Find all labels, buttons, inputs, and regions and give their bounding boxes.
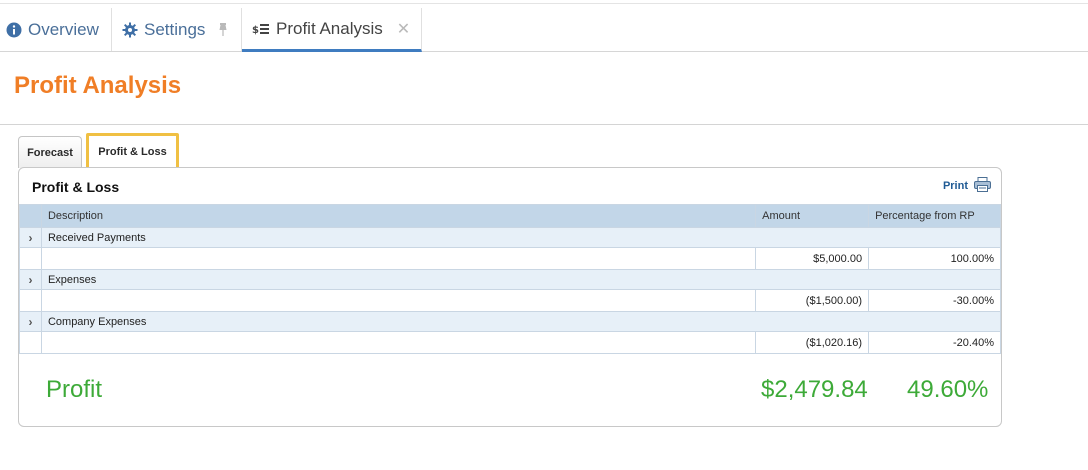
title-divider <box>0 124 1088 125</box>
blank-cell <box>40 247 757 270</box>
group-row-company-expenses[interactable]: › Company Expenses <box>19 311 1002 332</box>
expand-chevron-icon[interactable]: › <box>19 269 42 290</box>
subtab-forecast-label: Forecast <box>27 146 73 159</box>
tab-settings[interactable]: Settings <box>116 8 242 51</box>
group-row-received-payments[interactable]: › Received Payments <box>19 227 1002 248</box>
table-header-row: Description Amount Percentage from RP <box>19 204 1001 228</box>
spacer-cell <box>19 331 42 354</box>
page-title: Profit Analysis <box>14 72 182 99</box>
amount-cell: ($1,500.00) <box>755 289 870 312</box>
tab-settings-label: Settings <box>144 19 206 39</box>
profit-label: Profit <box>46 376 103 403</box>
top-border <box>0 3 1088 4</box>
profit-loss-table: Description Amount Percentage from RP › … <box>19 204 1002 354</box>
svg-text:$: $ <box>252 25 259 36</box>
profit-loss-panel: Profit & Loss Print Description Amount P… <box>18 167 1002 427</box>
tab-profit-analysis[interactable]: $ Profit Analysis ✕ <box>242 8 422 52</box>
print-label: Print <box>942 180 968 192</box>
subtab-forecast[interactable]: Forecast <box>18 136 82 168</box>
group-label: Expenses <box>40 269 1002 290</box>
amount-cell: $5,000.00 <box>755 247 870 270</box>
blank-cell <box>40 331 757 354</box>
column-header-amount[interactable]: Amount <box>755 204 870 228</box>
gear-icon <box>122 22 138 38</box>
amount-cell: ($1,020.16) <box>755 331 870 354</box>
percentage-cell: 100.00% <box>868 247 1001 270</box>
table-row: $5,000.00 100.00% <box>19 247 1001 270</box>
column-header-description[interactable]: Description <box>40 204 757 228</box>
expand-chevron-icon[interactable]: › <box>19 311 42 332</box>
tab-profit-analysis-label: Profit Analysis <box>276 18 383 38</box>
print-button[interactable]: Print <box>943 177 991 195</box>
profit-summary: Profit $2,479.84 49.60% <box>19 376 1001 416</box>
subtab-profit-loss-label: Profit & Loss <box>98 145 167 158</box>
group-label: Received Payments <box>40 227 1002 248</box>
expand-column-header <box>19 204 42 228</box>
dollar-list-icon: $ <box>252 22 270 36</box>
pin-icon[interactable] <box>217 22 229 37</box>
table-row: ($1,020.16) -20.40% <box>19 331 1001 354</box>
panel-title: Profit & Loss <box>32 179 120 195</box>
tab-overview[interactable]: Overview <box>0 8 112 51</box>
group-label: Company Expenses <box>40 311 1002 332</box>
percentage-cell: -30.00% <box>868 289 1001 312</box>
close-icon[interactable]: ✕ <box>397 19 410 39</box>
spacer-cell <box>19 289 42 312</box>
printer-icon <box>968 177 991 195</box>
app-tab-bar: Overview Settings $ Profit Analysis ✕ <box>0 8 1088 52</box>
percentage-cell: -20.40% <box>868 331 1001 354</box>
group-row-expenses[interactable]: › Expenses <box>19 269 1002 290</box>
profit-amount: $2,479.84 <box>761 376 868 403</box>
subtab-profit-loss[interactable]: Profit & Loss <box>86 133 179 170</box>
tab-overview-label: Overview <box>28 19 99 39</box>
column-header-percentage[interactable]: Percentage from RP <box>868 204 1001 228</box>
expand-chevron-icon[interactable]: › <box>19 227 42 248</box>
profit-percentage: 49.60% <box>907 376 989 403</box>
info-circle-icon <box>6 22 22 38</box>
blank-cell <box>40 289 757 312</box>
table-row: ($1,500.00) -30.00% <box>19 289 1001 312</box>
spacer-cell <box>19 247 42 270</box>
